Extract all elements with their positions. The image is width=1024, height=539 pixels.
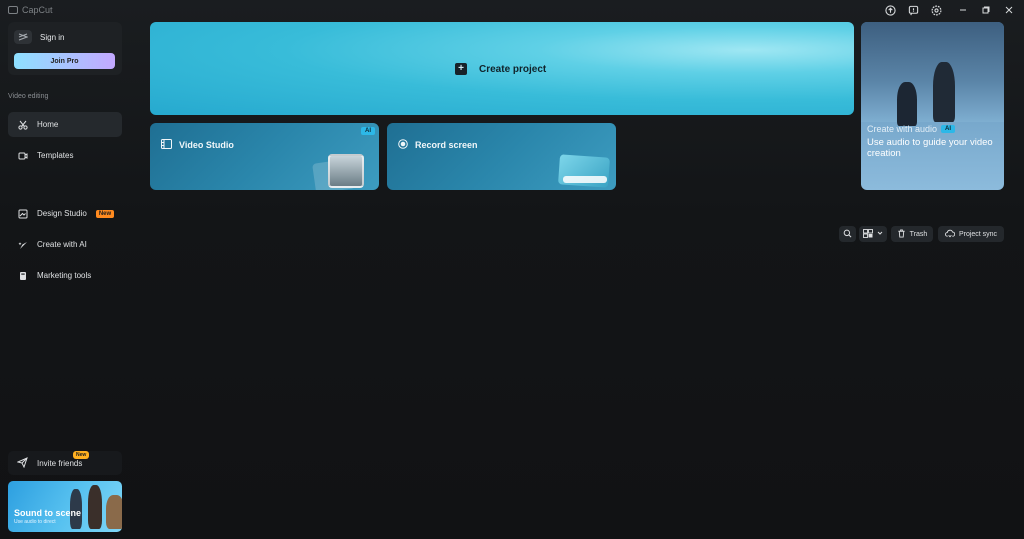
project-sync-label: Project sync	[958, 230, 998, 238]
sidebar-item-label: Marketing tools	[37, 271, 92, 280]
app-title-text: CapCut	[22, 5, 53, 15]
app-title: CapCut	[8, 5, 53, 15]
sidebar-item-create-with-ai[interactable]: Create with AI	[8, 232, 122, 257]
restore-icon[interactable]	[978, 3, 994, 17]
settings-gear-icon[interactable]	[928, 3, 944, 17]
capcut-avatar-icon	[14, 30, 32, 44]
sidebar-item-templates[interactable]: Templates	[8, 143, 122, 168]
search-button[interactable]	[839, 226, 856, 242]
feedback-icon[interactable]	[905, 3, 921, 17]
create-with-audio-card[interactable]: Create with audio AI Use audio to guide …	[861, 22, 1004, 190]
sign-in-label: Sign in	[40, 32, 65, 42]
sidebar-item-label: Design Studio	[37, 209, 87, 218]
trash-icon	[897, 228, 906, 240]
record-screen-card[interactable]: Record screen	[387, 123, 616, 190]
search-icon	[843, 229, 852, 240]
invite-new-badge: New	[73, 451, 90, 459]
recording-bar-image	[563, 176, 607, 183]
send-icon	[16, 456, 28, 470]
record-icon	[398, 139, 408, 151]
capcut-logo-icon	[8, 6, 18, 14]
sidebar-item-marketing-tools[interactable]: Marketing tools	[8, 263, 122, 288]
promo-subtitle: Use audio to direct	[14, 519, 56, 525]
scissors-icon	[18, 120, 28, 130]
grid-view-icon	[863, 228, 873, 240]
record-screen-label: Record screen	[415, 140, 478, 150]
ai-badge: AI	[941, 125, 956, 133]
invite-friends-label: Invite friends	[37, 458, 83, 468]
invite-friends-button[interactable]: Invite friends	[8, 451, 122, 475]
close-icon[interactable]	[1001, 3, 1017, 17]
sparkle-icon	[18, 240, 28, 250]
create-project-label: Create project	[479, 63, 547, 75]
view-toggle-button[interactable]	[859, 226, 887, 242]
trash-button[interactable]: Trash	[891, 226, 933, 242]
trash-label: Trash	[909, 230, 928, 238]
sign-in-button[interactable]: Sign in	[14, 30, 64, 44]
video-studio-label: Video Studio	[179, 140, 234, 150]
sound-to-scene-promo[interactable]: Sound to scene Use audio to direct	[8, 481, 122, 532]
promo-figure-image	[88, 485, 102, 529]
upload-icon[interactable]	[882, 3, 898, 17]
video-studio-icon	[161, 139, 172, 151]
audio-card-title: Create with audio AI	[867, 124, 956, 134]
new-badge: New	[95, 209, 115, 218]
project-sync-button[interactable]: Project sync	[938, 226, 1004, 242]
join-pro-button[interactable]: Join Pro	[14, 53, 115, 69]
promo-title: Sound to scene	[14, 508, 82, 518]
person-figure-image	[897, 82, 917, 126]
minimize-icon[interactable]	[955, 3, 971, 17]
promo-bear-image	[106, 495, 122, 529]
video-studio-card[interactable]: Video Studio AI	[150, 123, 379, 190]
audio-card-subtitle: Use audio to guide your video creation	[867, 137, 993, 159]
sidebar-item-home[interactable]: Home	[8, 112, 122, 137]
sidebar-item-label: Create with AI	[37, 240, 87, 249]
templates-icon	[18, 151, 28, 161]
design-icon	[18, 209, 28, 219]
chevron-down-icon	[877, 230, 883, 238]
section-label-video-editing: Video editing	[8, 93, 49, 100]
create-project-button[interactable]: + Create project	[455, 63, 546, 75]
ai-badge: AI	[361, 127, 375, 135]
sidebar-item-label: Home	[37, 120, 59, 129]
sidebar-item-label: Templates	[37, 151, 74, 160]
video-preview-image	[328, 154, 364, 188]
sidebar-item-design-studio[interactable]: Design Studio New	[8, 201, 122, 226]
cloud-sync-icon	[944, 229, 956, 240]
person-figure-image	[933, 62, 955, 122]
plus-icon: +	[455, 63, 467, 75]
marketing-icon	[18, 271, 28, 281]
